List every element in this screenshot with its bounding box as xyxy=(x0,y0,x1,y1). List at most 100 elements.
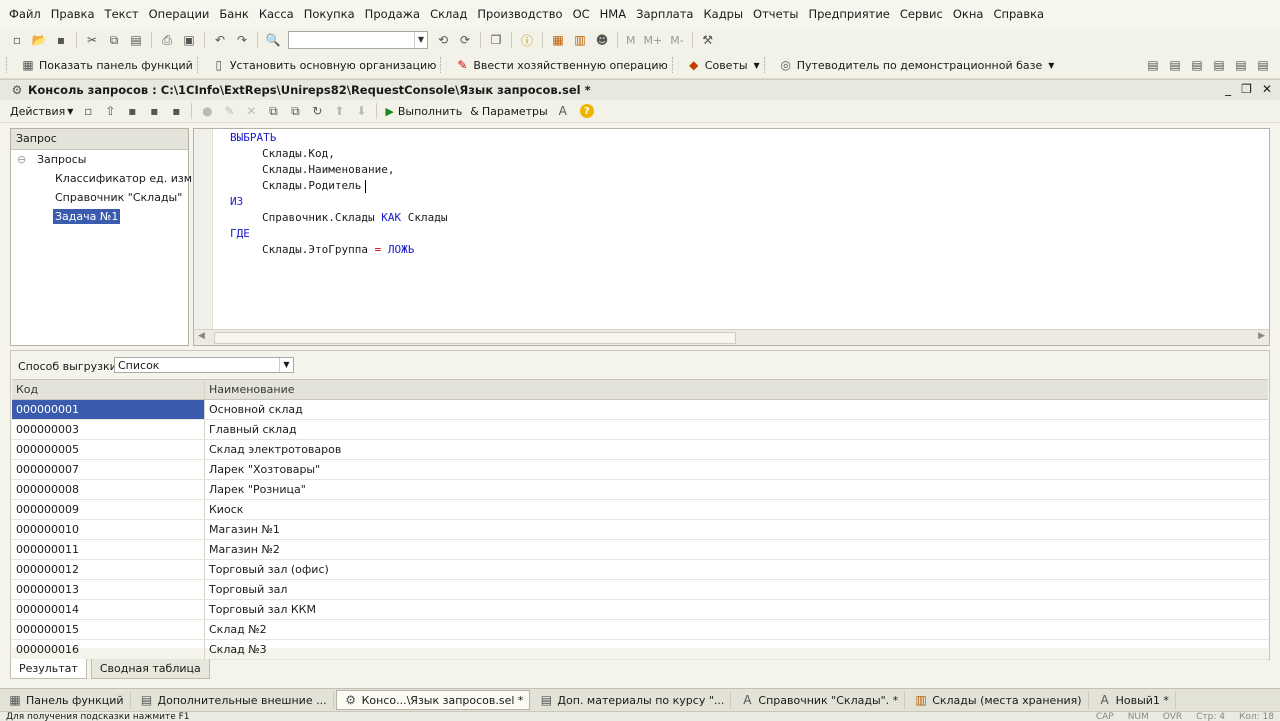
cell-name[interactable]: Торговый зал (офис) xyxy=(205,560,1268,579)
menu-item[interactable]: ОС xyxy=(568,7,595,21)
panel-1-icon[interactable]: ▤ xyxy=(1145,57,1161,73)
tools-icon[interactable]: ⚒ xyxy=(700,32,716,48)
cell-name[interactable]: Торговый зал ККМ xyxy=(205,600,1268,619)
refresh-icon[interactable]: ↻ xyxy=(309,103,325,119)
cell-code[interactable]: 000000005 xyxy=(12,440,205,459)
print-preview-icon[interactable]: ▣ xyxy=(181,32,197,48)
close-icon[interactable]: ✕ xyxy=(1262,82,1272,96)
save-icon[interactable]: ▪ xyxy=(124,103,140,119)
copy-icon[interactable]: ⧉ xyxy=(106,32,122,48)
cell-name[interactable]: Ларек "Хозтовары" xyxy=(205,460,1268,479)
table-row[interactable]: 000000003Главный склад xyxy=(12,420,1268,440)
cell-code[interactable]: 000000014 xyxy=(12,600,205,619)
scrollbar-thumb[interactable] xyxy=(214,332,736,344)
cell-code[interactable]: 000000013 xyxy=(12,580,205,599)
panel-3-icon[interactable]: ▤ xyxy=(1189,57,1205,73)
menu-item[interactable]: Файл xyxy=(4,7,46,21)
cell-name[interactable]: Склад №2 xyxy=(205,620,1268,639)
search-icon[interactable]: 🔍 xyxy=(265,32,281,48)
menu-item[interactable]: Производство xyxy=(472,7,567,21)
search-input[interactable]: ▼ xyxy=(288,31,428,49)
table-row[interactable]: 000000009Киоск xyxy=(12,500,1268,520)
menu-item[interactable]: Справка xyxy=(988,7,1049,21)
window-icon[interactable]: ❐ xyxy=(488,32,504,48)
new-document-icon[interactable]: ▫ xyxy=(9,32,25,48)
table-row[interactable]: 000000013Торговый зал xyxy=(12,580,1268,600)
cell-code[interactable]: 000000012 xyxy=(12,560,205,579)
cell-name[interactable]: Склад №3 xyxy=(205,640,1268,659)
save-copy-icon[interactable]: ▪ xyxy=(168,103,184,119)
cell-code[interactable]: 000000011 xyxy=(12,540,205,559)
scroll-right-icon[interactable]: ▶ xyxy=(1258,331,1265,341)
menu-item[interactable]: Предприятие xyxy=(803,7,894,21)
cell-code[interactable]: 000000003 xyxy=(12,420,205,439)
column-header-name[interactable]: Наименование xyxy=(205,380,1268,399)
menu-item[interactable]: Сервис xyxy=(895,7,948,21)
table-row[interactable]: 000000001Основной склад xyxy=(12,400,1268,420)
cell-code[interactable]: 000000016 xyxy=(12,640,205,659)
tips-button[interactable]: ◆Советы▼ xyxy=(679,57,764,73)
toolbar-grip[interactable] xyxy=(764,57,768,73)
menu-item[interactable]: Банк xyxy=(214,7,253,21)
cell-code[interactable]: 000000009 xyxy=(12,500,205,519)
tab-result[interactable]: Результат xyxy=(10,659,87,679)
toolbar-grip[interactable] xyxy=(6,57,10,73)
add-icon[interactable]: ● xyxy=(199,103,215,119)
task-new1[interactable]: AНовый1 * xyxy=(1091,691,1176,709)
menu-item[interactable]: Продажа xyxy=(360,7,425,21)
open-folder-icon[interactable]: 📂 xyxy=(31,32,47,48)
column-header-code[interactable]: Код xyxy=(12,380,205,399)
task-external-reports[interactable]: ▤Дополнительные внешние ... xyxy=(133,691,334,709)
table-row[interactable]: 000000007Ларек "Хозтовары" xyxy=(12,460,1268,480)
move-down-icon[interactable]: ⬇ xyxy=(353,103,369,119)
actions-menu-button[interactable]: Действия▼ xyxy=(6,105,77,118)
task-query-console[interactable]: ⚙Консо...\Язык запросов.sel * xyxy=(336,690,531,710)
help-icon[interactable]: ? xyxy=(580,104,594,118)
menu-item[interactable]: Окна xyxy=(948,7,989,21)
find-next-icon[interactable]: ⟲ xyxy=(435,32,451,48)
toolbar-grip[interactable] xyxy=(672,57,676,73)
editor-horizontal-scrollbar[interactable]: ◀ ▶ xyxy=(194,329,1269,345)
set-org-button[interactable]: ▯Установить основную организацию xyxy=(204,57,441,73)
calendar-icon[interactable]: ▥ xyxy=(572,32,588,48)
new-icon[interactable]: ▫ xyxy=(80,103,96,119)
query-text-editor[interactable]: ВЫБРАТЬ Склады.Код, Склады.Наименование,… xyxy=(193,128,1270,346)
cell-name[interactable]: Магазин №1 xyxy=(205,520,1268,539)
cell-name[interactable]: Киоск xyxy=(205,500,1268,519)
task-functions-panel[interactable]: ▦Панель функций xyxy=(1,691,131,709)
task-course-materials[interactable]: ▤Доп. материалы по курсу "... xyxy=(532,691,731,709)
upload-icon[interactable]: ⇧ xyxy=(102,103,118,119)
cell-name[interactable]: Склад электротоваров xyxy=(205,440,1268,459)
move-up-icon[interactable]: ⬆ xyxy=(331,103,347,119)
query-icon[interactable]: ⧉ xyxy=(287,103,303,119)
run-button[interactable]: ▶Выполнить xyxy=(381,105,466,118)
menu-item[interactable]: Кадры xyxy=(698,7,748,21)
parameters-button[interactable]: &Параметры xyxy=(466,105,551,118)
menu-item[interactable]: Правка xyxy=(46,7,100,21)
toolbar-grip[interactable] xyxy=(197,57,201,73)
table-row[interactable]: 000000014Торговый зал ККМ xyxy=(12,600,1268,620)
scroll-left-icon[interactable]: ◀ xyxy=(198,331,205,341)
memory-plus-button[interactable]: M+ xyxy=(640,34,667,47)
tree-item-classifier[interactable]: Классификатор ед. изм. xyxy=(55,172,196,185)
memory-button[interactable]: M xyxy=(622,34,640,47)
tree-item-warehouses[interactable]: Справочник "Склады" xyxy=(55,191,182,204)
table-row[interactable]: 000000005Склад электротоваров xyxy=(12,440,1268,460)
cell-name[interactable]: Магазин №2 xyxy=(205,540,1268,559)
table-row[interactable]: 000000015Склад №2 xyxy=(12,620,1268,640)
tree-item-task-1[interactable]: Задача №1 xyxy=(53,209,120,224)
chevron-down-icon[interactable]: ▼ xyxy=(414,32,427,48)
cell-code[interactable]: 000000015 xyxy=(12,620,205,639)
panel-4-icon[interactable]: ▤ xyxy=(1211,57,1227,73)
paste-icon[interactable]: ▤ xyxy=(128,32,144,48)
tree-root[interactable]: Запросы xyxy=(37,153,86,166)
menu-item[interactable]: Покупка xyxy=(299,7,360,21)
calculator-icon[interactable]: ▦ xyxy=(550,32,566,48)
menu-item[interactable]: Зарплата xyxy=(631,7,698,21)
task-warehouses-list[interactable]: ▥Склады (места хранения) xyxy=(907,691,1088,709)
users-icon[interactable]: ☻ xyxy=(594,32,610,48)
cell-code[interactable]: 000000001 xyxy=(12,400,205,419)
results-table[interactable]: Код Наименование 000000001Основной склад… xyxy=(12,379,1268,648)
table-row[interactable]: 000000010Магазин №1 xyxy=(12,520,1268,540)
chevron-down-icon[interactable]: ▼ xyxy=(279,358,293,372)
